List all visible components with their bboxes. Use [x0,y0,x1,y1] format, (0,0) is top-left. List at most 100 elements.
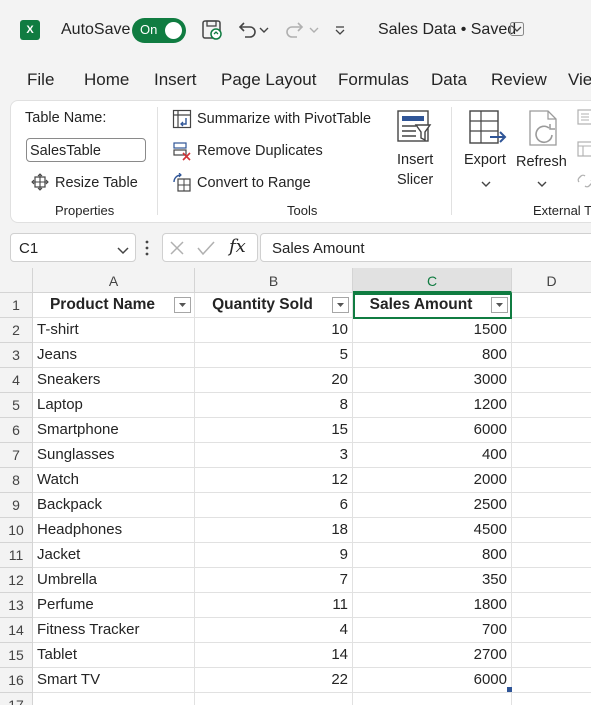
filter-dropdown-icon[interactable] [332,297,349,313]
table-cell[interactable]: 12 [195,468,353,493]
row-header[interactable]: 12 [0,568,33,593]
select-all-corner[interactable] [0,268,33,293]
open-in-browser-icon[interactable] [577,141,591,162]
export-dropdown-icon[interactable] [481,175,491,193]
insert-slicer-label-2[interactable]: Slicer [397,172,433,188]
row-header[interactable]: 7 [0,443,33,468]
table-cell[interactable]: 18 [195,518,353,543]
properties-small-icon[interactable] [577,109,591,130]
table-cell[interactable]: 350 [353,568,512,593]
empty-cell[interactable] [512,693,591,705]
remove-duplicates-button[interactable]: Remove Duplicates [197,143,323,159]
empty-cell[interactable] [512,668,591,693]
redo-dropdown-icon[interactable] [307,17,321,43]
undo-dropdown-icon[interactable] [257,17,271,43]
table-cell[interactable]: 400 [353,443,512,468]
row-header[interactable]: 9 [0,493,33,518]
row-header[interactable]: 10 [0,518,33,543]
empty-cell[interactable] [512,368,591,393]
empty-cell[interactable] [512,543,591,568]
table-cell[interactable]: 4 [195,618,353,643]
table-cell[interactable]: 2000 [353,468,512,493]
table-cell[interactable]: Tablet [33,643,195,668]
empty-cell[interactable] [512,643,591,668]
table-cell[interactable]: Headphones [33,518,195,543]
column-header-b[interactable]: B [195,268,353,293]
table-cell[interactable]: 9 [195,543,353,568]
table-cell[interactable]: Watch [33,468,195,493]
empty-cell[interactable] [33,693,195,705]
column-header-a[interactable]: A [33,268,195,293]
save-icon[interactable] [199,17,225,43]
tab-file[interactable]: File [27,70,54,90]
empty-cell[interactable] [512,318,591,343]
table-cell[interactable]: 15 [195,418,353,443]
tab-data[interactable]: Data [431,70,467,90]
empty-cell[interactable] [512,518,591,543]
formula-input[interactable]: Sales Amount [260,233,591,262]
empty-cell[interactable] [512,593,591,618]
table-cell[interactable]: 700 [353,618,512,643]
empty-cell[interactable] [512,618,591,643]
table-cell[interactable]: 6 [195,493,353,518]
tab-home[interactable]: Home [84,70,129,90]
table-cell[interactable]: 7 [195,568,353,593]
row-header[interactable]: 15 [0,643,33,668]
table-cell[interactable]: Smartphone [33,418,195,443]
enter-icon[interactable] [197,240,215,261]
convert-to-range-button[interactable]: Convert to Range [197,175,311,191]
table-cell[interactable]: Sneakers [33,368,195,393]
table-cell[interactable]: 3000 [353,368,512,393]
tab-insert[interactable]: Insert [154,70,197,90]
table-header-cell[interactable]: Sales Amount [353,293,512,318]
table-cell[interactable]: 1500 [353,318,512,343]
table-cell[interactable]: 800 [353,343,512,368]
column-header-d[interactable]: D [512,268,591,293]
table-header-cell[interactable]: Quantity Sold [195,293,353,318]
empty-cell[interactable] [512,443,591,468]
table-cell[interactable]: Fitness Tracker [33,618,195,643]
table-name-input[interactable]: SalesTable [26,138,146,162]
column-header-c[interactable]: C [353,268,512,293]
table-resize-handle[interactable] [507,687,512,692]
document-title[interactable]: Sales Data • Saved [378,21,516,39]
tab-page-layout[interactable]: Page Layout [221,70,316,90]
title-dropdown-icon[interactable] [510,21,524,37]
unlink-icon[interactable] [577,173,591,194]
row-header[interactable]: 3 [0,343,33,368]
table-cell[interactable]: Backpack [33,493,195,518]
empty-cell[interactable] [512,493,591,518]
table-cell[interactable]: 14 [195,643,353,668]
empty-cell[interactable] [353,693,512,705]
table-cell[interactable]: Jeans [33,343,195,368]
redo-icon[interactable] [282,17,308,43]
worksheet-grid[interactable]: A B C D 1 Product Name Quantity Sold Sales … [0,268,591,705]
table-cell[interactable]: 1800 [353,593,512,618]
row-header[interactable]: 13 [0,593,33,618]
empty-cell[interactable] [512,468,591,493]
export-button[interactable]: Export [464,152,506,168]
row-header[interactable]: 11 [0,543,33,568]
filter-dropdown-icon[interactable] [491,297,508,313]
customize-qat-icon[interactable] [330,17,350,43]
refresh-dropdown-icon[interactable] [537,175,547,193]
table-cell[interactable]: 8 [195,393,353,418]
table-cell[interactable]: Sunglasses [33,443,195,468]
name-box[interactable]: C1 [10,233,136,262]
table-cell[interactable]: Smart TV [33,668,195,693]
more-options-icon[interactable] [144,238,150,263]
table-cell[interactable]: 5 [195,343,353,368]
table-cell[interactable]: 20 [195,368,353,393]
cancel-icon[interactable] [169,240,185,261]
tab-view[interactable]: Vie [568,70,591,90]
table-cell[interactable]: 22 [195,668,353,693]
row-header[interactable]: 6 [0,418,33,443]
row-header[interactable]: 8 [0,468,33,493]
table-cell[interactable]: T-shirt [33,318,195,343]
tab-formulas[interactable]: Formulas [338,70,409,90]
row-header[interactable]: 17 [0,693,33,705]
insert-slicer-label-1[interactable]: Insert [397,152,433,168]
table-cell[interactable]: 800 [353,543,512,568]
resize-table-button[interactable]: Resize Table [55,175,138,191]
autosave-toggle[interactable]: On [132,18,186,43]
